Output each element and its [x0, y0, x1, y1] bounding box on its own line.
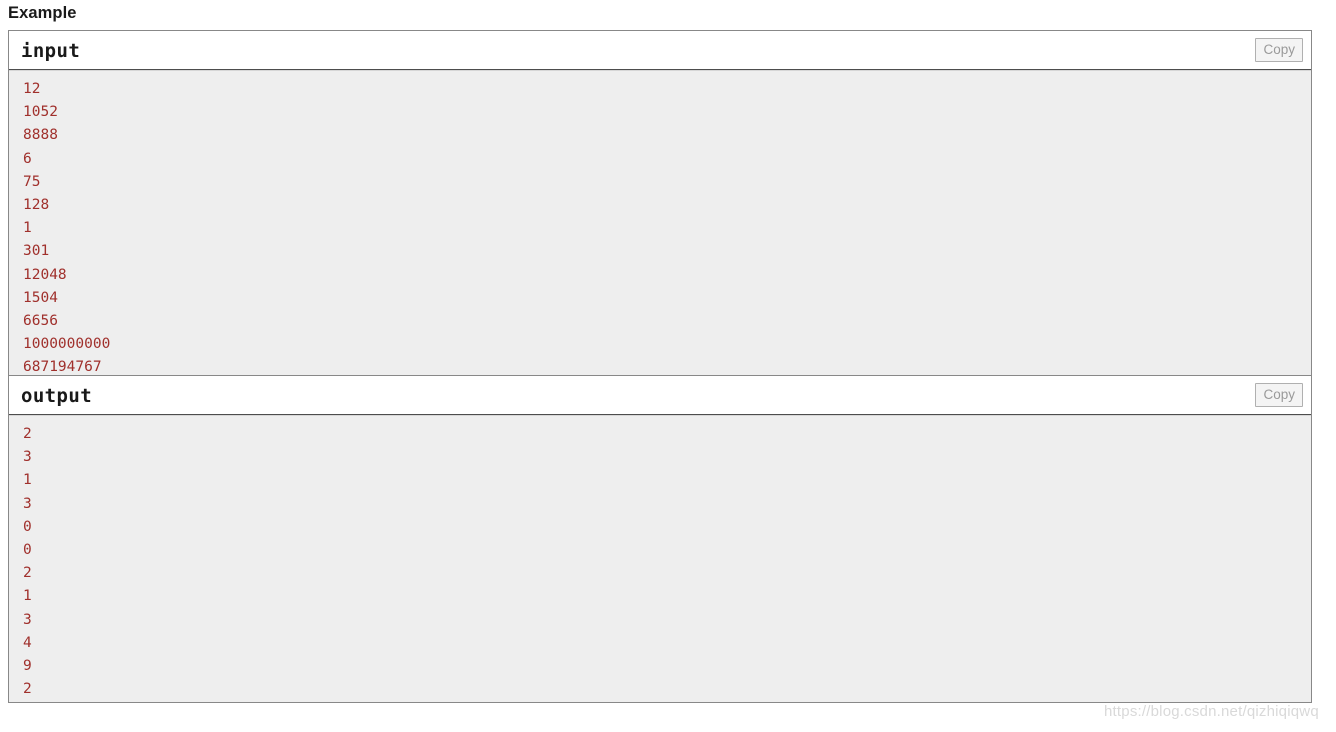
output-line: 2	[23, 426, 32, 442]
input-line: 6656	[23, 313, 58, 330]
example-section: Example input Copy 12 1052 8888 6 75 128…	[0, 0, 1336, 732]
output-line: 3	[23, 449, 32, 466]
input-line: 12	[23, 81, 41, 97]
output-data-block: 2 3 1 3 0 0 2 1 3 4 9 2	[9, 415, 1311, 702]
sample-test-input: input Copy 12 1052 8888 6 75 128 1 301 1…	[8, 30, 1312, 375]
output-header: output Copy	[9, 376, 1311, 415]
input-line: 1052	[23, 104, 58, 121]
output-line: 3	[23, 611, 32, 628]
watermark-text: https://blog.csdn.net/qizhiqiqwq	[1104, 703, 1319, 720]
input-line: 75	[23, 173, 41, 190]
copy-input-button[interactable]: Copy	[1255, 38, 1303, 62]
sample-tests-container: input Copy 12 1052 8888 6 75 128 1 301 1…	[8, 30, 1312, 703]
input-label: input	[21, 40, 81, 62]
output-line: 0	[23, 542, 32, 559]
output-line: 3	[23, 495, 32, 512]
output-line: 9	[23, 658, 32, 675]
input-line: 6	[23, 150, 32, 167]
input-data-block: 12 1052 8888 6 75 128 1 301 12048 1504 6…	[9, 70, 1311, 375]
input-line: 12048	[23, 266, 67, 283]
output-label: output	[21, 385, 93, 407]
input-line: 8888	[23, 127, 58, 144]
output-line: 2	[23, 681, 32, 698]
input-header: input Copy	[9, 31, 1311, 70]
input-line: 1	[23, 220, 32, 237]
input-line: 301	[23, 243, 50, 260]
output-line: 2	[23, 565, 32, 582]
output-line: 4	[23, 634, 32, 651]
input-line: 128	[23, 197, 50, 214]
output-line: 1	[23, 588, 32, 605]
input-line: 1000000000	[23, 336, 111, 353]
copy-output-button[interactable]: Copy	[1255, 383, 1303, 407]
page-title: Example	[8, 4, 77, 22]
output-line: 0	[23, 518, 32, 535]
sample-test-output: output Copy 2 3 1 3 0 0 2 1 3 4 9 2	[8, 375, 1312, 703]
output-line: 1	[23, 472, 32, 489]
input-line: 1504	[23, 289, 58, 306]
